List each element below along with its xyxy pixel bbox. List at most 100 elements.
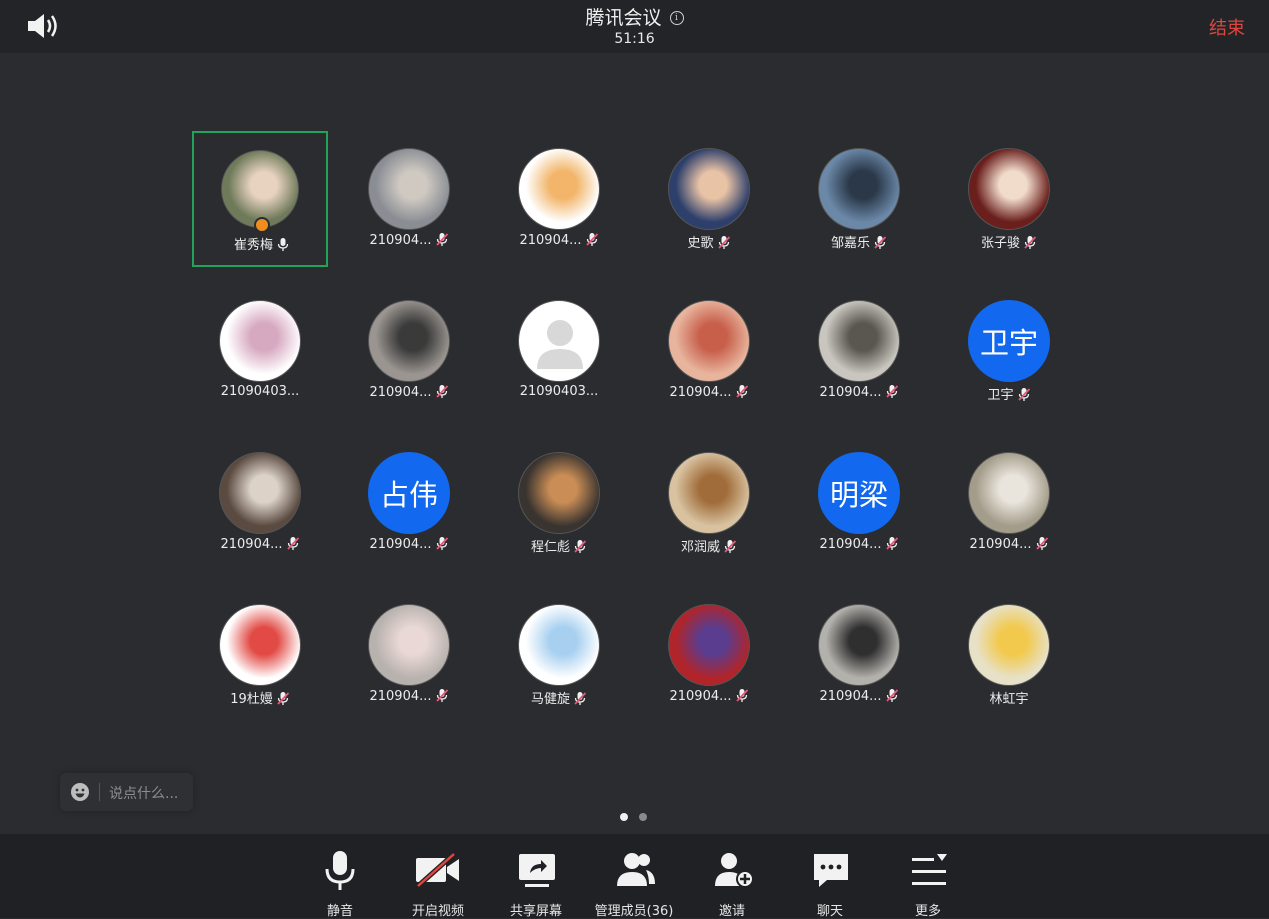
participant-tile[interactable]: 张子骏 [941,131,1077,267]
participant-avatar [518,452,600,534]
participant-name-row: 210904... [791,688,927,704]
participant-tile[interactable]: 明梁 210904... [791,435,927,571]
participant-avatar [818,300,900,382]
participant-avatar [368,300,450,382]
members-label: 管理成员(36) [594,904,674,919]
invite-button[interactable]: 邀请 [687,834,777,919]
page-dot-active[interactable] [620,813,628,821]
participant-tile[interactable]: 210904... [192,435,328,571]
participant-name-row: 21090403... [192,384,328,399]
chat-placeholder: 说点什么... [109,786,179,802]
participant-tile[interactable]: 210904... [641,283,777,419]
participant-tile[interactable]: 程仁彪 [491,435,627,571]
participant-avatar [368,604,450,686]
participant-name-row: 210904... [341,688,477,704]
participant-name-row: 邓润威 [641,536,777,555]
participant-tile[interactable]: 210904... [791,587,927,723]
participant-avatar [968,452,1050,534]
participant-avatar [818,148,900,230]
emoji-icon[interactable] [70,782,90,802]
participant-name-row: 210904... [341,384,477,400]
participant-name: 210904... [969,537,1032,552]
participant-name-row: 崔秀梅 [194,234,330,253]
participant-tile[interactable]: 210904... [641,587,777,723]
participant-tile[interactable]: 210904... [791,283,927,419]
mic-muted-icon [574,692,587,705]
participant-name-row: 210904... [341,536,477,552]
video-button[interactable]: 开启视频 [393,834,483,919]
more-button[interactable]: 更多 [883,834,973,919]
page-dot[interactable] [639,813,647,821]
end-meeting-button[interactable]: 结束 [1209,14,1245,40]
participant-tile[interactable]: 21090403... [192,283,328,419]
participant-name: 210904... [369,537,432,552]
participant-name-row: 210904... [641,384,777,400]
participant-name: 卫宇 [987,388,1014,403]
participant-avatar [518,300,600,382]
top-bar: 腾讯会议 i 51:16 结束 [0,0,1269,53]
participant-tile[interactable]: 210904... [941,435,1077,571]
participant-tile[interactable]: 林虹宇 [941,587,1077,723]
participant-tile[interactable]: 210904... [341,283,477,419]
info-icon[interactable]: i [669,11,684,25]
members-icon [617,853,655,886]
avatar-initials: 占伟 [379,478,438,512]
participant-name: 210904... [819,689,882,704]
participant-tile[interactable]: 卫宇 卫宇 [941,283,1077,419]
participant-avatar [219,300,301,382]
chat-divider [99,783,100,801]
participant-name: 邹嘉乐 [830,236,870,251]
members-button[interactable]: 管理成员(36) [589,834,679,919]
participant-name-row: 210904... [941,536,1077,552]
share-screen-button[interactable]: 共享屏幕 [491,834,581,919]
participant-name: 程仁彪 [530,540,570,555]
mic-muted-icon [885,537,898,550]
participant-avatar [219,604,301,686]
participant-tile[interactable]: 占伟 210904... [341,435,477,571]
mic-muted-icon [1024,236,1037,249]
participant-avatar [968,148,1050,230]
mic-muted-icon [724,540,737,553]
participant-name: 林虹宇 [989,692,1029,707]
participant-tile[interactable]: 邓润威 [641,435,777,571]
participant-tile[interactable]: 史歌 [641,131,777,267]
participant-avatar [668,300,750,382]
participant-name-row: 程仁彪 [491,536,627,555]
participant-name: 马健旋 [530,692,570,707]
participant-tile[interactable]: 邹嘉乐 [791,131,927,267]
mute-button[interactable]: 静音 [295,834,385,919]
chat-input[interactable]: 说点什么... [60,773,193,811]
participant-tile[interactable]: 19杜嫚 [192,587,328,723]
participant-name-row: 210904... [341,232,477,248]
mic-muted-icon [1035,537,1048,550]
participant-tile[interactable]: 210904... [491,131,627,267]
share-screen-icon [519,854,555,887]
meeting-timer: 51:16 [614,31,655,47]
mic-muted-icon [435,689,448,702]
mic-muted-icon [1017,388,1030,401]
chat-label: 聊天 [816,904,843,919]
avatar-initials: 明梁 [829,478,888,512]
chat-button[interactable]: 聊天 [785,834,875,919]
chat-icon [814,854,848,887]
participant-name: 210904... [220,537,283,552]
meeting-title: 腾讯会议 [585,7,662,29]
more-menu-icon [912,854,947,885]
participant-name-row: 210904... [791,384,927,400]
participant-tile[interactable]: 马健旋 [491,587,627,723]
participant-tile[interactable]: 崔秀梅 [192,131,328,267]
participant-avatar: 占伟 [368,452,450,534]
participant-name-row: 19杜嫚 [192,688,328,707]
participant-name-row: 21090403... [491,384,627,399]
participant-name: 210904... [819,537,882,552]
participant-tile[interactable]: 210904... [341,587,477,723]
participant-name: 210904... [369,233,432,248]
participant-avatar [668,148,750,230]
participant-tile[interactable]: 210904... [341,131,477,267]
participant-tile[interactable]: 21090403... [491,283,627,419]
participant-name-row: 210904... [192,536,328,552]
participant-name: 史歌 [687,236,714,251]
page-indicator[interactable] [620,806,658,825]
participant-avatar [668,604,750,686]
mic-muted-icon [277,692,289,705]
